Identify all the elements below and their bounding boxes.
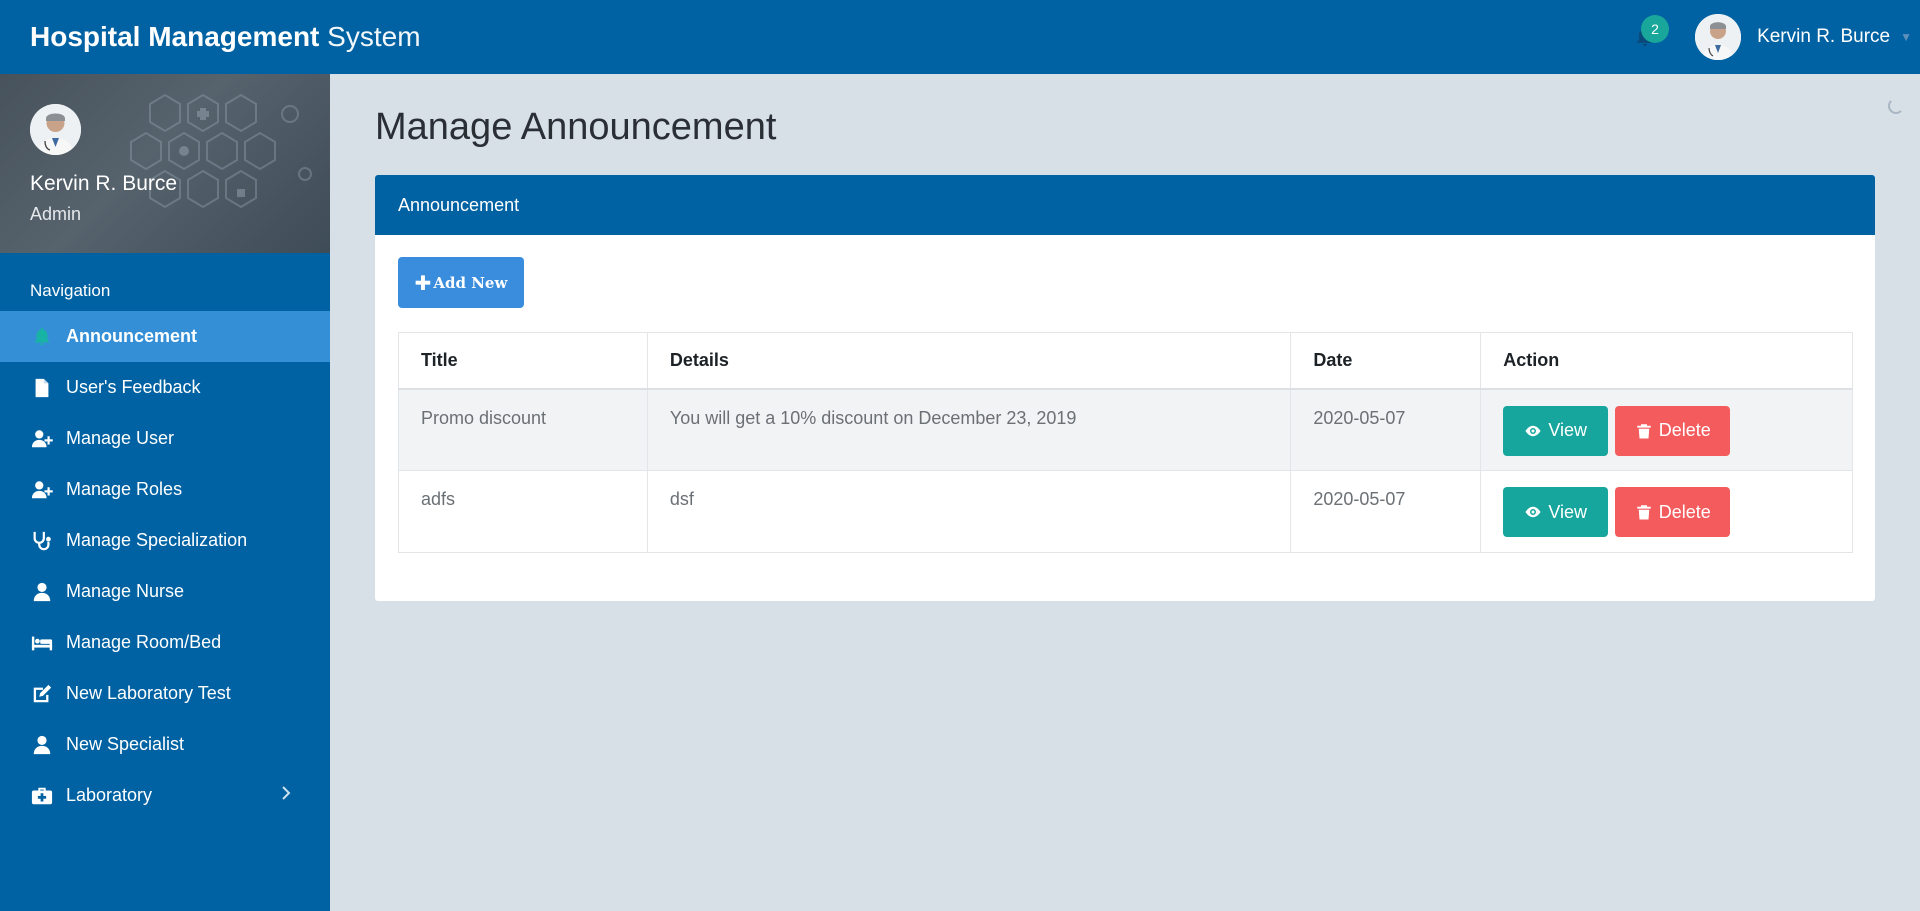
- sidebar-item-label: Manage Specialization: [66, 530, 248, 550]
- file-icon: [30, 376, 54, 400]
- notification-badge: 2: [1641, 15, 1670, 43]
- announcement-table: Title Details Date Action Promo discount…: [398, 332, 1853, 553]
- plus-icon: ✚: [414, 270, 432, 295]
- sidebar-item-label: Manage User: [66, 428, 175, 448]
- column-header-action: Action: [1480, 332, 1853, 390]
- page-title: Manage Announcement: [375, 106, 777, 148]
- sidebar-item-laboratory[interactable]: Laboratory: [0, 770, 330, 821]
- cell-actions: View Delete: [1480, 470, 1853, 553]
- cell-details: You will get a 10% discount on December …: [646, 388, 1292, 471]
- column-header-details[interactable]: Details: [646, 332, 1292, 390]
- delete-button[interactable]: Delete: [1615, 487, 1731, 537]
- sidebar-item-new-laboratory-test[interactable]: New Laboratory Test: [0, 668, 330, 719]
- column-header-date[interactable]: Date: [1290, 332, 1482, 390]
- medkit-icon: [30, 784, 54, 808]
- panel-header: Announcement: [375, 175, 1875, 235]
- sidebar-item-manage-room-bed[interactable]: Manage Room/Bed: [0, 617, 330, 668]
- column-header-title[interactable]: Title: [398, 332, 648, 390]
- top-navbar: Hospital Management System 2 Kervin R. B…: [0, 0, 1920, 74]
- sidebar-item-manage-user[interactable]: Manage User: [0, 413, 330, 464]
- panel-title: Announcement: [398, 194, 520, 215]
- delete-label: Delete: [1658, 501, 1711, 522]
- cell-actions: View Delete: [1480, 388, 1853, 471]
- profile-role: Admin: [30, 204, 82, 224]
- sidebar-item-announcement[interactable]: Announcement: [0, 311, 330, 362]
- brand-title: Hospital Management: [30, 21, 320, 52]
- user-menu-name[interactable]: Kervin R. Burce: [1757, 26, 1890, 48]
- table-row: Promo discount You will get a 10% discou…: [398, 388, 1853, 471]
- profile-name: Kervin R. Burce: [30, 172, 178, 195]
- user-icon: [30, 733, 54, 757]
- view-label: View: [1548, 501, 1588, 522]
- bell-icon: [30, 325, 54, 349]
- cell-date: 2020-05-07: [1290, 388, 1482, 471]
- notifications-button[interactable]: 2: [1625, 15, 1670, 57]
- table-header-row: Title Details Date Action: [398, 332, 1853, 390]
- cell-title: Promo discount: [398, 388, 648, 471]
- user-icon: [30, 580, 54, 604]
- delete-button[interactable]: Delete: [1615, 405, 1731, 456]
- user-avatar[interactable]: [1695, 14, 1742, 60]
- sidebar-item-label: Manage Room/Bed: [66, 632, 222, 652]
- edit-icon: [30, 682, 54, 706]
- sidebar-item-label: Manage Nurse: [66, 581, 185, 601]
- view-button[interactable]: View: [1503, 405, 1609, 456]
- loading-spinner-icon: [1888, 98, 1904, 114]
- app-brand[interactable]: Hospital Management System: [30, 21, 421, 53]
- table-row: adfs dsf 2020-05-07 View Delete: [398, 470, 1853, 553]
- trash-icon: [1636, 505, 1651, 520]
- sidebar-item-label: Laboratory: [66, 785, 153, 805]
- brand-subtitle: System: [327, 21, 421, 52]
- user-plus-icon: [30, 478, 54, 502]
- chevron-right-icon[interactable]: [280, 785, 292, 806]
- bed-icon: [30, 631, 54, 655]
- sidebar-item-manage-roles[interactable]: Manage Roles: [0, 464, 330, 515]
- stethoscope-icon: [30, 529, 54, 553]
- delete-label: Delete: [1658, 420, 1711, 440]
- sidebar: Kervin R. Burce Admin Navigation Announc…: [0, 74, 330, 911]
- sidebar-item-users-feedback[interactable]: User's Feedback: [0, 362, 330, 413]
- sidebar-item-label: New Laboratory Test: [66, 683, 231, 703]
- caret-down-icon[interactable]: ▼: [1900, 30, 1912, 44]
- announcement-panel: Announcement ✚ Add New Title Details Dat…: [375, 175, 1875, 601]
- view-button[interactable]: View: [1503, 487, 1609, 537]
- sidebar-item-new-specialist[interactable]: New Specialist: [0, 719, 330, 770]
- profile-avatar: [30, 104, 81, 155]
- add-new-label: Add New: [433, 273, 508, 292]
- user-plus-icon: [30, 427, 54, 451]
- sidebar-item-label: User's Feedback: [66, 377, 201, 397]
- eye-icon: [1525, 425, 1541, 436]
- nav-heading: Navigation: [30, 281, 111, 300]
- sidebar-profile: Kervin R. Burce Admin: [0, 74, 330, 253]
- sidebar-item-label: New Specialist: [66, 734, 185, 754]
- cell-title: adfs: [398, 470, 648, 553]
- cell-details: dsf: [646, 470, 1292, 553]
- view-label: View: [1548, 420, 1588, 440]
- sidebar-item-manage-specialization[interactable]: Manage Specialization: [0, 515, 330, 566]
- eye-icon: [1525, 506, 1541, 518]
- cell-date: 2020-05-07: [1290, 470, 1482, 553]
- medical-pattern-background: [130, 93, 312, 209]
- sidebar-item-label: Manage Roles: [66, 479, 183, 499]
- sidebar-item-manage-nurse[interactable]: Manage Nurse: [0, 566, 330, 617]
- add-new-button[interactable]: ✚ Add New: [398, 257, 524, 308]
- sidebar-item-label: Announcement: [66, 326, 198, 346]
- trash-icon: [1636, 423, 1651, 438]
